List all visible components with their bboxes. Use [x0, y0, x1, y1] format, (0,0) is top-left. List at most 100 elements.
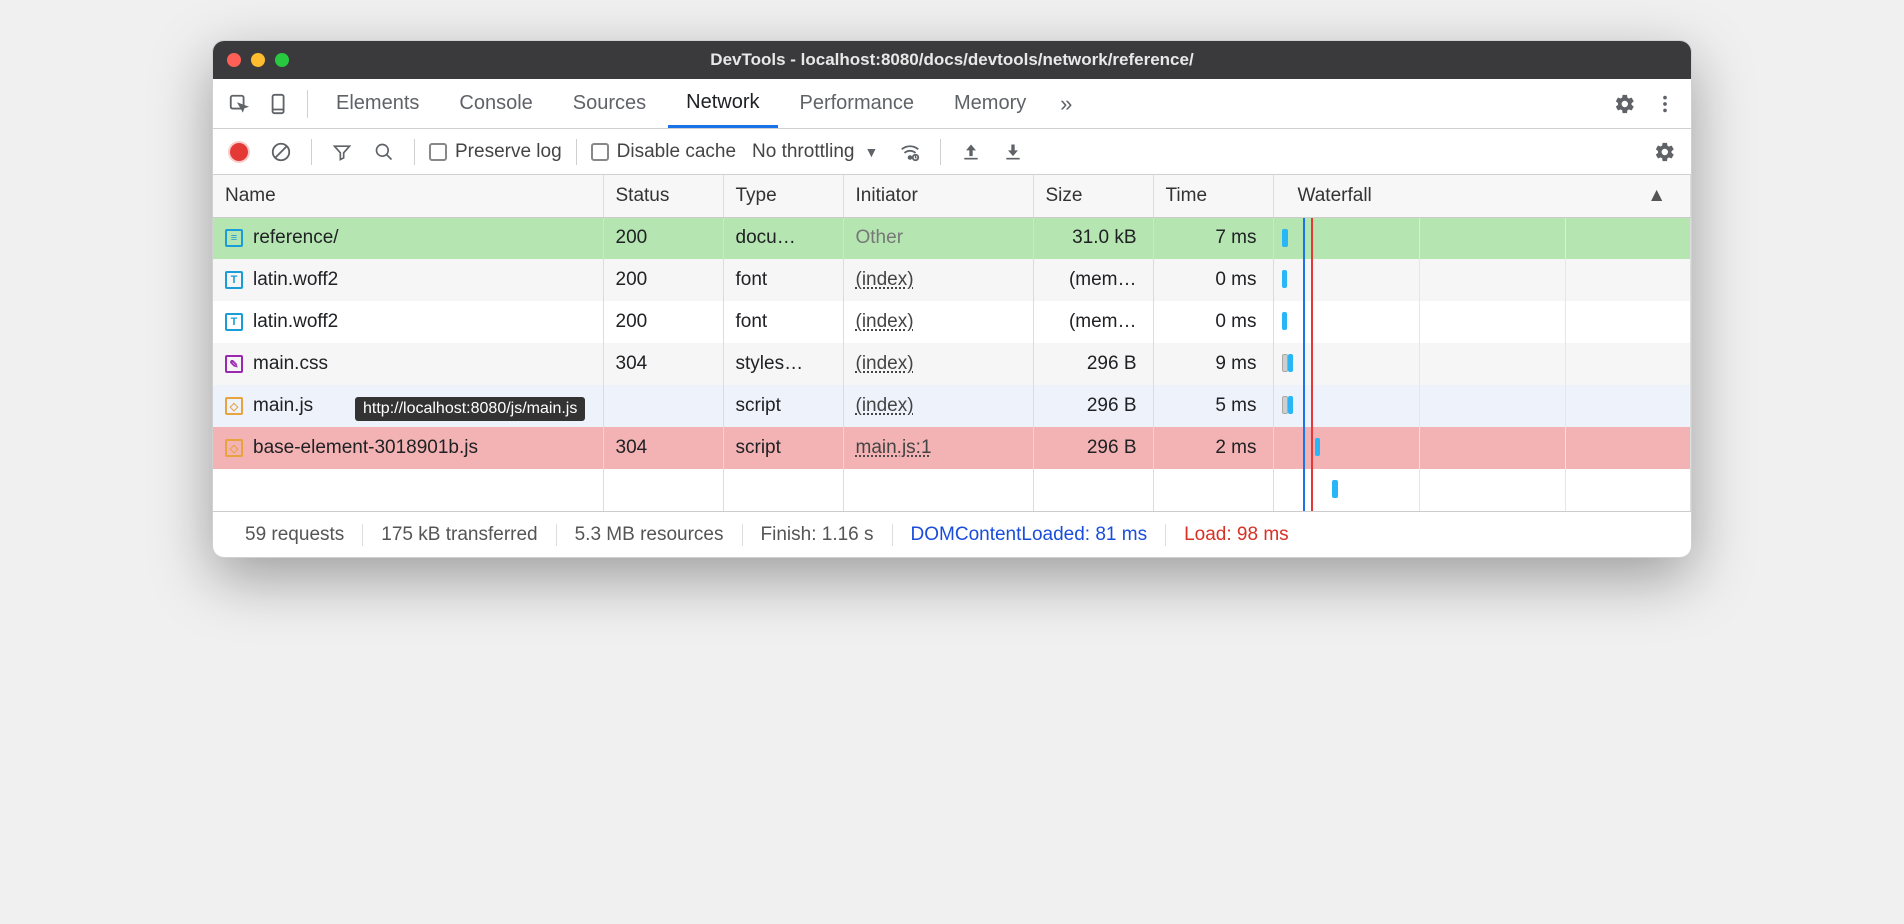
- window-title: DevTools - localhost:8080/docs/devtools/…: [213, 50, 1691, 70]
- waterfall-cell: [1273, 427, 1691, 469]
- throttling-value: No throttling: [752, 141, 854, 163]
- search-icon[interactable]: [368, 136, 400, 168]
- summary-requests: 59 requests: [227, 524, 363, 546]
- tab-network[interactable]: Network: [668, 79, 777, 128]
- type-cell: styles…: [723, 343, 843, 385]
- waterfall-bar: [1288, 396, 1293, 414]
- waterfall-bar: [1282, 312, 1287, 330]
- status-cell: 304: [603, 427, 723, 469]
- summary-finish: Finish: 1.16 s: [743, 524, 893, 546]
- request-name: reference/: [253, 227, 339, 249]
- disable-cache-checkbox[interactable]: Disable cache: [591, 141, 736, 163]
- tab-label: Elements: [336, 92, 419, 115]
- font-file-icon: T: [225, 313, 243, 331]
- tab-console[interactable]: Console: [441, 79, 550, 128]
- tab-label: Sources: [573, 92, 646, 115]
- request-name: latin.woff2: [253, 269, 338, 291]
- time-cell: 0 ms: [1153, 301, 1273, 343]
- table-row[interactable]: ≡ reference/ 200docu…Other31.0 kB7 ms: [213, 217, 1691, 259]
- preserve-log-checkbox[interactable]: Preserve log: [429, 141, 562, 163]
- font-file-icon: T: [225, 271, 243, 289]
- col-header-time[interactable]: Time: [1153, 175, 1273, 217]
- status-cell: 200: [603, 301, 723, 343]
- col-header-waterfall[interactable]: Waterfall ▲: [1273, 175, 1691, 217]
- clear-icon[interactable]: [265, 136, 297, 168]
- col-header-size[interactable]: Size: [1033, 175, 1153, 217]
- table-row[interactable]: T latin.woff2 200font(index)(mem…0 ms: [213, 301, 1691, 343]
- tab-elements[interactable]: Elements: [318, 79, 437, 128]
- tab-label: Memory: [954, 92, 1026, 115]
- col-header-status[interactable]: Status: [603, 175, 723, 217]
- initiator-link[interactable]: main.js:1: [856, 437, 932, 458]
- tab-sources[interactable]: Sources: [555, 79, 664, 128]
- col-header-type[interactable]: Type: [723, 175, 843, 217]
- size-cell: 296 B: [1033, 343, 1153, 385]
- time-cell: 0 ms: [1153, 259, 1273, 301]
- filter-icon[interactable]: [326, 136, 358, 168]
- doc-file-icon: ≡: [225, 229, 243, 247]
- type-cell: font: [723, 301, 843, 343]
- table-row[interactable]: ◇ main.js http://localhost:8080/js/main.…: [213, 385, 1691, 427]
- size-cell: (mem…: [1033, 259, 1153, 301]
- table-row[interactable]: ✎ main.css 304styles…(index)296 B9 ms: [213, 343, 1691, 385]
- tab-memory[interactable]: Memory: [936, 79, 1044, 128]
- tab-performance[interactable]: Performance: [782, 79, 933, 128]
- waterfall-cell: [1273, 259, 1691, 301]
- initiator-link[interactable]: (index): [856, 353, 914, 374]
- panel-settings-icon[interactable]: [1649, 136, 1681, 168]
- initiator-link[interactable]: (index): [856, 311, 914, 332]
- kebab-menu-icon[interactable]: [1647, 86, 1683, 122]
- initiator-cell: (index): [843, 301, 1033, 343]
- initiator-link[interactable]: (index): [856, 269, 914, 290]
- request-name: main.js: [253, 395, 313, 417]
- type-cell: font: [723, 259, 843, 301]
- summary-domcontentloaded: DOMContentLoaded: 81 ms: [893, 524, 1167, 546]
- divider: [414, 139, 415, 165]
- request-name: base-element-3018901b.js: [253, 437, 478, 459]
- col-header-name[interactable]: Name: [213, 175, 603, 217]
- maximize-window-button[interactable]: [275, 53, 289, 67]
- divider: [940, 139, 941, 165]
- status-cell: 304: [603, 343, 723, 385]
- type-cell: docu…: [723, 217, 843, 259]
- main-tabs: Elements Console Sources Network Perform…: [213, 79, 1691, 129]
- initiator-cell: (index): [843, 343, 1033, 385]
- more-tabs-icon[interactable]: »: [1048, 86, 1084, 122]
- titlebar: DevTools - localhost:8080/docs/devtools/…: [213, 41, 1691, 79]
- divider: [311, 139, 312, 165]
- initiator-link[interactable]: (index): [856, 395, 914, 416]
- summary-transferred: 175 kB transferred: [363, 524, 556, 546]
- throttling-select[interactable]: No throttling ▼: [746, 141, 884, 163]
- settings-icon[interactable]: [1607, 86, 1643, 122]
- css-file-icon: ✎: [225, 355, 243, 373]
- network-summary-bar: 59 requests 175 kB transferred 5.3 MB re…: [213, 511, 1691, 557]
- table-row[interactable]: T latin.woff2 200font(index)(mem…0 ms: [213, 259, 1691, 301]
- table-row[interactable]: ◇ base-element-3018901b.js 304scriptmain…: [213, 427, 1691, 469]
- waterfall-bar: [1315, 438, 1320, 456]
- size-cell: 296 B: [1033, 427, 1153, 469]
- waterfall-bar: [1282, 229, 1288, 247]
- time-cell: 7 ms: [1153, 217, 1273, 259]
- minimize-window-button[interactable]: [251, 53, 265, 67]
- empty-row: [213, 469, 1691, 511]
- request-name: main.css: [253, 353, 328, 375]
- download-har-icon[interactable]: [997, 136, 1029, 168]
- record-button[interactable]: [223, 136, 255, 168]
- summary-resources: 5.3 MB resources: [557, 524, 743, 546]
- size-cell: 296 B: [1033, 385, 1153, 427]
- col-header-initiator[interactable]: Initiator: [843, 175, 1033, 217]
- close-window-button[interactable]: [227, 53, 241, 67]
- traffic-lights: [227, 53, 289, 67]
- device-toolbar-icon[interactable]: [261, 86, 297, 122]
- checkbox-icon: [429, 143, 447, 161]
- devtools-window: DevTools - localhost:8080/docs/devtools/…: [212, 40, 1692, 558]
- tab-label: Console: [459, 92, 532, 115]
- inspect-element-icon[interactable]: [221, 86, 257, 122]
- network-conditions-icon[interactable]: [894, 136, 926, 168]
- initiator-cell: main.js:1: [843, 427, 1033, 469]
- disable-cache-label: Disable cache: [617, 141, 736, 163]
- js-file-icon: ◇: [225, 439, 243, 457]
- upload-har-icon[interactable]: [955, 136, 987, 168]
- status-cell: 200: [603, 217, 723, 259]
- waterfall-cell: [1273, 343, 1691, 385]
